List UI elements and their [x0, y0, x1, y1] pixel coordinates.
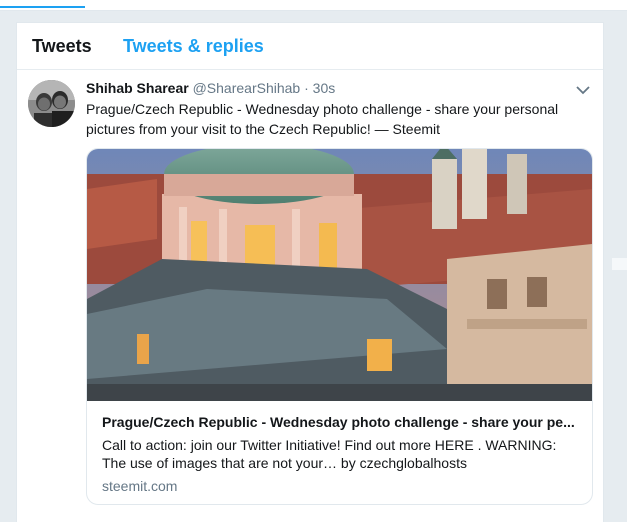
avatar[interactable]: [28, 80, 75, 127]
tab-tweets-and-replies[interactable]: Tweets & replies: [123, 36, 264, 57]
link-card-title[interactable]: Prague/Czech Republic - Wednesday photo …: [102, 413, 578, 431]
user-name[interactable]: Shihab Sharear: [86, 80, 189, 96]
top-navigation-bar: [0, 0, 627, 11]
link-card-description: Call to action: join our Twitter Initiat…: [102, 437, 557, 471]
tweet-timestamp[interactable]: 30s: [313, 80, 336, 96]
avatar-photo: [28, 80, 75, 127]
tab-tweets[interactable]: Tweets: [32, 36, 92, 57]
user-handle[interactable]: @SharearShihab: [193, 80, 301, 96]
tweet-header: Shihab Sharear @SharearShihab · 30s: [86, 80, 335, 96]
active-nav-indicator: [0, 6, 85, 8]
link-preview-image: [87, 149, 592, 401]
chevron-down-icon[interactable]: [575, 82, 591, 98]
link-preview-card[interactable]: Prague/Czech Republic - Wednesday photo …: [86, 148, 593, 505]
side-panel-edge: [612, 258, 627, 270]
tweet-item[interactable]: Shihab Sharear @SharearShihab · 30s Prag…: [17, 70, 603, 520]
timeline-tabs: Tweets Tweets & replies: [17, 23, 603, 70]
timeline-card: Tweets Tweets & replies Shihab Sharear @…: [16, 22, 604, 522]
link-card-domain: steemit.com: [102, 478, 178, 494]
tweet-text: Prague/Czech Republic - Wednesday photo …: [86, 101, 559, 137]
separator: ·: [304, 80, 309, 96]
